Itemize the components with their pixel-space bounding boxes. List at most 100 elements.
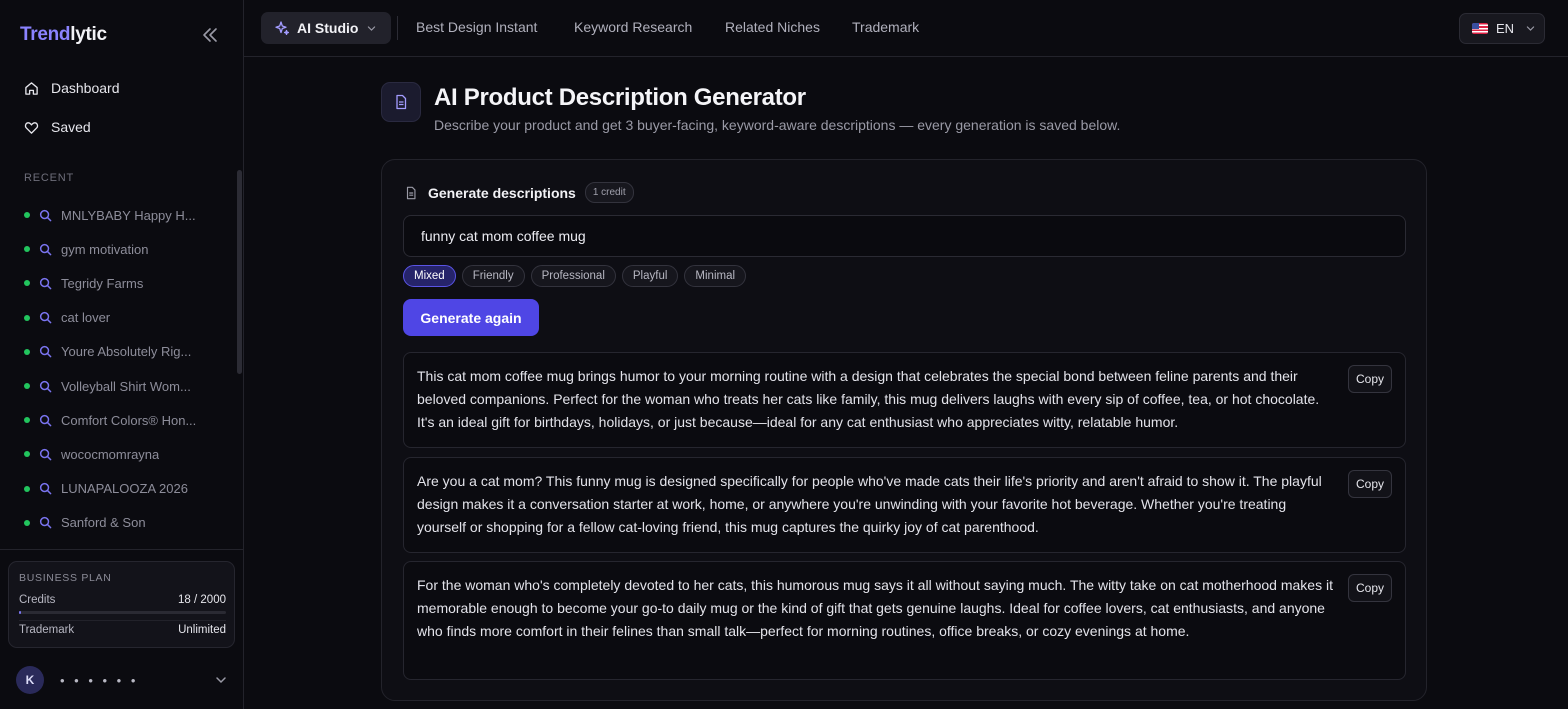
recent-search-item[interactable]: Youre Absolutely Rig... [24,335,224,369]
result-text: Are you a cat mom? This funny mug is des… [417,473,1322,535]
copy-button[interactable]: Copy [1348,470,1392,498]
result-text: For the woman who's completely devoted t… [417,577,1333,639]
result-card: Are you a cat mom? This funny mug is des… [403,457,1406,553]
recent-search-item[interactable]: Volleyball Shirt Wom... [24,369,224,403]
page-subtitle: Describe your product and get 3 buyer-fa… [434,117,1121,133]
generate-again-button[interactable]: Generate again [403,299,539,336]
trademark-value: Unlimited [178,624,226,636]
status-dot [24,314,30,321]
copy-button[interactable]: Copy [1348,574,1392,602]
page-title: AI Product Description Generator [434,84,806,111]
recent-search-item[interactable]: gym motivation [24,232,224,266]
tone-chip-playful[interactable]: Playful [621,265,679,287]
search-icon [39,483,52,495]
sidebar-divider [0,549,244,550]
tone-chip-professional[interactable]: Professional [530,265,616,287]
sparkle-icon [275,21,289,35]
tone-chip-friendly[interactable]: Friendly [461,265,525,287]
recent-list: MNLYBABY Happy H... gym motivation Tegridy… [24,198,224,548]
nav-link-best-design-instant[interactable]: Best Design Instant [416,19,537,35]
tone-chip-mixed[interactable]: Mixed [403,265,456,287]
plan-title: BUSINESS PLAN [19,572,112,584]
status-dot [24,451,30,458]
sidebar-item-label: Dashboard [51,80,120,96]
result-card: This cat mom coffee mug brings humor to … [403,352,1406,448]
recent-section-label: RECENT [24,172,75,184]
search-icon [39,517,52,529]
logo-part-suffix: lytic [70,24,107,45]
search-icon [39,346,52,358]
result-text: This cat mom coffee mug brings humor to … [417,368,1320,430]
avatar: K [16,666,44,694]
generator-title: Generate descriptions [428,184,576,201]
search-icon [39,243,52,256]
generator-header: Generate descriptions 1 credit [404,182,634,203]
product-description-input[interactable]: funny cat mom coffee mug [403,215,1406,257]
recent-search-label: cat lover [61,310,111,326]
recent-search-item[interactable]: LUNAPALOOZA 2026 [24,472,224,506]
nav-link-related-niches[interactable]: Related Niches [725,19,820,35]
search-icon [39,448,52,461]
tone-chip-minimal[interactable]: Minimal [684,265,747,287]
recent-search-item[interactable]: Tegridy Farms [24,266,224,300]
trademark-row: Trademark Unlimited [19,624,226,636]
document-icon [406,186,416,199]
user-menu[interactable]: K • • • • • • [16,666,228,694]
recent-search-item[interactable]: Sanford & Son [24,540,224,548]
plan-separator [19,620,226,621]
status-dot [24,212,30,219]
user-name: • • • • • • [60,672,139,688]
recent-search-item[interactable]: MNLYBABY Happy H... [24,198,224,232]
recent-search-item[interactable]: wococmomrayna [24,437,224,471]
status-dot [24,246,30,253]
credits-progress-bar [19,611,226,614]
trademark-label: Trademark [19,624,75,636]
nav-link-keyword-research[interactable]: Keyword Research [574,19,692,35]
recent-search-label: MNLYBABY Happy H... [61,207,196,223]
recent-search-label: Volleyball Shirt Wom... [61,378,191,394]
credits-progress-fill [19,611,22,614]
generator-panel: Generate descriptions 1 credit funny cat… [381,159,1427,701]
recent-search-item[interactable]: Sanford & Son [24,506,224,540]
chevron-down-icon [1526,26,1535,31]
sidebar-item-saved[interactable]: Saved [24,115,91,139]
status-dot [24,485,30,492]
nav-link-trademark[interactable]: Trademark [852,19,919,35]
credits-row: Credits 18 / 2000 [19,594,226,606]
recent-search-item[interactable]: cat lover [24,301,224,335]
status-dot [24,383,30,390]
sidebar-scrollbar[interactable] [237,170,242,374]
status-dot [24,280,30,287]
heart-icon [24,121,39,134]
chevron-down-icon [216,677,226,684]
credits-label: Credits [19,594,56,606]
search-icon [39,277,52,290]
us-flag-icon [1472,23,1488,34]
ai-studio-label: AI Studio [297,20,359,36]
recent-search-label: Tegridy Farms [61,275,144,291]
recent-search-label: Sanford & Son [61,515,146,531]
app-logo[interactable]: Trendlytic [20,24,107,46]
language-selector[interactable]: EN [1459,13,1545,44]
recent-search-item[interactable]: Comfort Colors® Hon... [24,403,224,437]
recent-search-label: Youre Absolutely Rig... [61,344,192,360]
collapse-sidebar-icon[interactable] [200,26,220,44]
chevron-down-icon [368,25,376,31]
search-icon [39,414,52,427]
sidebar-item-dashboard[interactable]: Dashboard [24,76,120,100]
document-icon [381,82,421,122]
top-bar: AI Studio Best Design Instant Keyword Re… [244,0,1568,57]
copy-button[interactable]: Copy [1348,365,1392,393]
ai-studio-dropdown[interactable]: AI Studio [261,12,391,44]
logo-part-brand: Trend [20,24,71,45]
status-dot [24,417,30,424]
search-icon [39,209,52,221]
result-card: For the woman who's completely devoted t… [403,561,1406,680]
recent-search-label: LUNAPALOOZA 2026 [61,481,188,497]
sidebar: Trendlytic Dashboard Saved RECENT MNLYBA… [0,0,244,709]
search-icon [39,380,52,392]
recent-search-label: gym motivation [61,241,149,257]
sidebar-item-label: Saved [51,119,91,135]
credit-cost-badge: 1 credit [584,182,634,203]
status-dot [24,519,30,526]
